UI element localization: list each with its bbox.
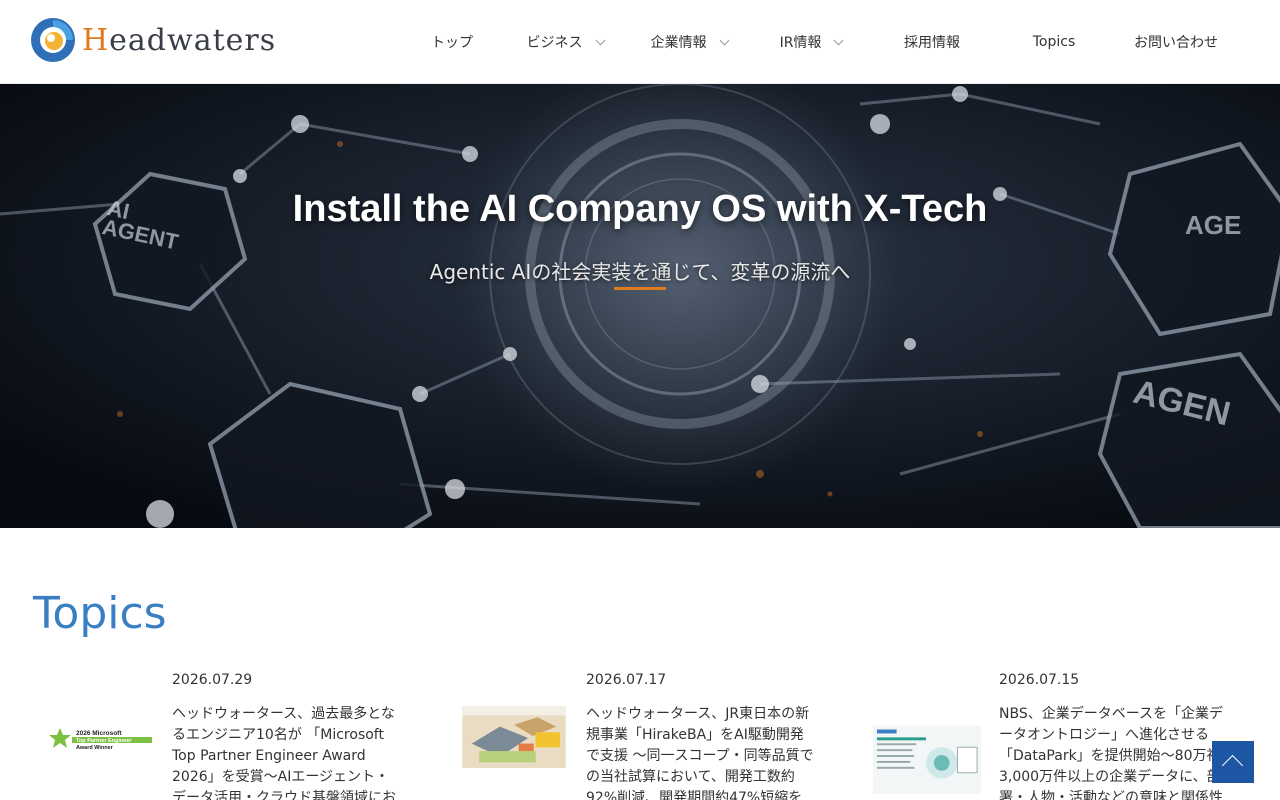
thumb-line-3: Award Winner: [76, 745, 114, 751]
topic-title[interactable]: NBS、企業データベースを「企業データオントロジー」へ進化させる「DataPar…: [999, 704, 1229, 800]
topic-thumbnail: 2026 Microsoft Top Partner Engineer Awar…: [46, 704, 156, 770]
nav-item-top[interactable]: トップ: [400, 0, 504, 84]
nav-label: トップ: [431, 35, 473, 51]
nav-label: 採用情報: [904, 35, 960, 51]
topic-title[interactable]: ヘッドウォータース、JR東日本の新規事業「HirakeBA」をAI駆動開発で支援…: [586, 704, 816, 800]
hero-background-image: AI AGENT AGE AGEN: [0, 84, 1280, 528]
hero-subtitle: Agentic AIの社会実装を通じて、変革の源流へ: [429, 260, 851, 284]
logo-wordmark: Headwaters: [82, 23, 276, 58]
site-header: Headwaters トップ ビジネス 企業情報 IR情報 採用情報 Topic…: [0, 0, 1280, 84]
nav-item-ir[interactable]: IR情報: [752, 0, 870, 84]
nav-item-contact[interactable]: お問い合わせ: [1114, 0, 1238, 84]
hero-title: Install the AI Company OS with X-Tech: [292, 188, 988, 230]
thumb-line-2: Top Partner Engineer: [76, 738, 132, 744]
topics-heading: Topics: [33, 588, 167, 639]
chevron-down-icon: [595, 35, 605, 45]
nav-item-company[interactable]: 企業情報: [626, 0, 752, 84]
topic-item[interactable]: 2026.07.17 ヘッドウォータース、JR東日本の新規事業「HirakeBA…: [460, 668, 860, 800]
topic-date: 2026.07.17: [586, 672, 667, 688]
nav-label: Topics: [1032, 34, 1076, 50]
topic-date: 2026.07.15: [999, 672, 1080, 688]
hero-banner: AI AGENT AGE AGEN Install the AI Company…: [0, 84, 1280, 528]
logo-rest: eadwaters: [109, 22, 277, 58]
hero-accent-line: [614, 287, 666, 290]
chevron-down-icon: [833, 35, 844, 45]
nav-label: ビジネス: [526, 35, 583, 51]
topic-thumbnail: [462, 706, 566, 768]
main-nav: トップ ビジネス 企業情報 IR情報 採用情報 Topics お問い合わせ: [400, 0, 1238, 84]
nav-item-recruit[interactable]: 採用情報: [870, 0, 994, 84]
topic-date: 2026.07.29: [172, 672, 253, 688]
nav-label: IR情報: [779, 35, 822, 51]
thumb-line-1: 2026 Microsoft: [76, 730, 122, 737]
headwaters-logo[interactable]: Headwaters: [30, 16, 276, 64]
topic-item[interactable]: 2026 Microsoft Top Partner Engineer Awar…: [46, 668, 446, 800]
back-to-top-button[interactable]: [1212, 741, 1254, 783]
topic-thumbnail: [873, 725, 981, 794]
logo-initial: H: [82, 22, 110, 58]
headwaters-logo-icon: [31, 18, 75, 62]
chevron-down-icon: [719, 35, 729, 45]
nav-item-business[interactable]: ビジネス: [504, 0, 626, 84]
nav-label: 企業情報: [650, 35, 707, 51]
topic-title[interactable]: ヘッドウォータース、過去最多となるエンジニア10名が 「Microsoft To…: [172, 704, 402, 800]
nav-item-topics[interactable]: Topics: [994, 0, 1114, 84]
nav-label: お問い合わせ: [1134, 35, 1218, 51]
